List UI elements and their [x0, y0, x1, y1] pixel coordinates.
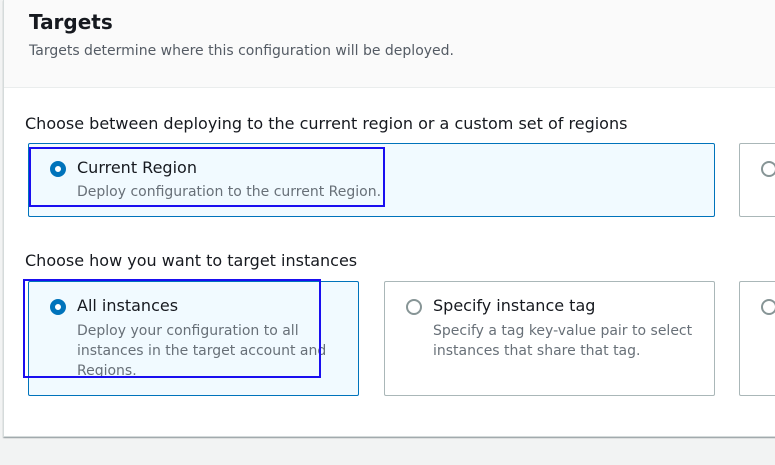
tile-instance-tag-description: Specify a tag key-value pair to select i…: [433, 323, 693, 359]
tile-instance-other[interactable]: [739, 281, 775, 396]
tile-all-instances-title: All instances: [77, 296, 179, 315]
tile-all-instances-description: Deploy your configuration to all instanc…: [77, 323, 327, 379]
radio-checked-icon[interactable]: [50, 299, 66, 315]
targets-description: Targets determine where this configurati…: [29, 43, 454, 59]
tile-current-region[interactable]: Current Region Deploy configuration to t…: [28, 143, 715, 217]
tile-custom-regions[interactable]: [739, 143, 775, 217]
tile-all-instances[interactable]: All instances Deploy your configuration …: [28, 281, 359, 396]
tile-instance-tag-title: Specify instance tag: [433, 296, 596, 315]
radio-unchecked-icon[interactable]: [761, 161, 775, 177]
tile-instance-tag[interactable]: Specify instance tag Specify a tag key-v…: [384, 281, 715, 396]
targets-title: Targets: [29, 10, 113, 34]
tile-current-region-description: Deploy configuration to the current Regi…: [77, 184, 382, 200]
radio-unchecked-icon[interactable]: [761, 299, 775, 315]
instance-group-label: Choose how you want to target instances: [25, 251, 358, 270]
tile-current-region-title: Current Region: [77, 158, 197, 177]
radio-unchecked-icon[interactable]: [406, 299, 422, 315]
targets-header: Targets Targets determine where this con…: [4, 0, 775, 88]
region-group-label: Choose between deploying to the current …: [25, 114, 628, 133]
radio-checked-icon[interactable]: [50, 161, 66, 177]
